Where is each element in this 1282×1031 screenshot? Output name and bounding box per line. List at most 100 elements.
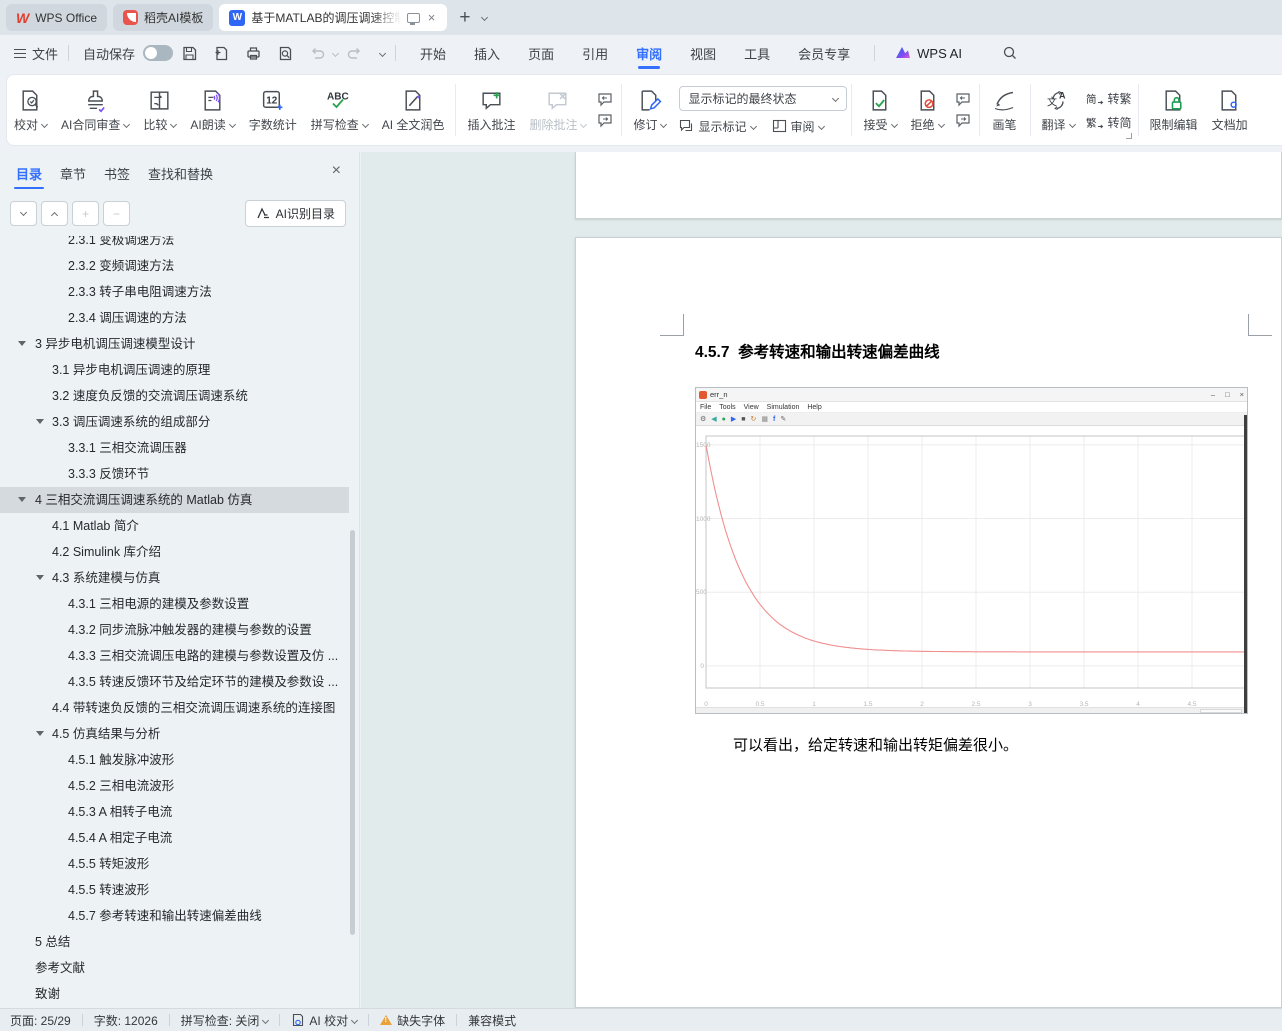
toc-item[interactable]: 4.5.1 触发脉冲波形 — [0, 747, 349, 773]
sidebar-scrollbar[interactable] — [350, 530, 355, 935]
menu-页面[interactable]: 页面 — [514, 35, 568, 71]
toc-item[interactable]: 参考文献 — [0, 955, 349, 981]
menu-审阅[interactable]: 审阅 — [622, 35, 676, 71]
missing-font-warning[interactable]: 缺失字体 — [380, 1012, 445, 1029]
delete-comment-button[interactable]: 删除批注 — [522, 79, 593, 141]
simplified-to-traditional-button[interactable]: 简 转繁 — [1086, 90, 1132, 107]
undo-button[interactable] — [303, 41, 331, 65]
file-menu[interactable]: 文件 — [14, 44, 58, 63]
word-count-button[interactable]: 12 字数统计 — [242, 79, 304, 141]
redo-button[interactable] — [340, 41, 368, 65]
reject-changes-button[interactable]: 拒绝 — [904, 79, 951, 141]
ai-proofread-status[interactable]: AI 校对 — [291, 1012, 357, 1029]
collapse-arrow-icon[interactable] — [18, 341, 26, 346]
toc-item[interactable]: 4.4 带转速负反馈的三相交流调压调速系统的连接图 — [0, 695, 349, 721]
wps-ai-menu[interactable]: WPS AI — [885, 46, 972, 61]
sidebar-tab-查找和替换[interactable]: 查找和替换 — [146, 152, 215, 194]
document-encrypt-button[interactable]: 文档加 — [1205, 79, 1255, 141]
toc-item[interactable]: 2.3.3 转子串电阻调速方法 — [0, 279, 349, 305]
insert-comment-button[interactable]: 插入批注 — [460, 79, 522, 141]
menu-会员专享[interactable]: 会员专享 — [784, 35, 864, 71]
autosave-toggle[interactable] — [143, 45, 173, 61]
menu-引用[interactable]: 引用 — [568, 35, 622, 71]
tab-docer-templates[interactable]: 稻壳AI模板 — [113, 4, 213, 31]
zoom-out-level-button[interactable]: − — [103, 201, 130, 226]
toc-item[interactable]: 4.2 Simulink 库介绍 — [0, 539, 349, 565]
toc-item[interactable]: 4.5.3 A 相转子电流 — [0, 799, 349, 825]
toc-item[interactable]: 3.1 异步电机调压调速的原理 — [0, 357, 349, 383]
spellcheck-status[interactable]: 拼写检查: 关闭 — [181, 1012, 269, 1029]
sidebar-close-icon[interactable]: × — [332, 162, 341, 180]
print-preview-button[interactable] — [271, 41, 299, 65]
collapse-arrow-icon[interactable] — [36, 575, 44, 580]
toc-item[interactable]: 4.5.5 转矩波形 — [0, 851, 349, 877]
expand-all-button[interactable] — [41, 201, 68, 226]
menu-开始[interactable]: 开始 — [406, 35, 460, 71]
toc-item[interactable]: 4.5.5 转速波形 — [0, 877, 349, 903]
translate-button[interactable]: 文A 翻译 — [1035, 79, 1082, 141]
traditional-to-simplified-button[interactable]: 繁 转简 — [1086, 114, 1132, 131]
collapse-arrow-icon[interactable] — [36, 419, 44, 424]
reviewing-pane-button[interactable]: 审阅 — [772, 118, 824, 135]
toc-item[interactable]: 4.3.5 转速反馈环节及给定环节的建模及参数设 ... — [0, 669, 349, 695]
toc-item[interactable]: 3.3 调压调速系统的组成部分 — [0, 409, 349, 435]
accept-changes-button[interactable]: 接受 — [856, 79, 903, 141]
menu-工具[interactable]: 工具 — [730, 35, 784, 71]
toc-item[interactable]: 4.3.1 三相电源的建模及参数设置 — [0, 591, 349, 617]
ai-read-aloud-button[interactable]: AI朗读 — [183, 79, 241, 141]
search-icon[interactable] — [996, 41, 1024, 65]
collapse-arrow-icon[interactable] — [36, 731, 44, 736]
screen-share-icon[interactable] — [407, 13, 420, 23]
word-count-indicator[interactable]: 字数: 12026 — [94, 1012, 158, 1029]
toc-item[interactable]: 致谢 — [0, 981, 349, 1007]
compare-button[interactable]: 比较 — [136, 79, 183, 141]
toc-item[interactable]: 3.2 速度负反馈的交流调压调速系统 — [0, 383, 349, 409]
tab-wps-office[interactable]: W WPS Office — [6, 4, 107, 31]
toc-item[interactable]: 2.3.2 变频调速方法 — [0, 253, 349, 279]
toc-item[interactable]: 4.5.7 参考转速和输出转速偏差曲线 — [0, 903, 349, 929]
collapse-all-button[interactable] — [10, 201, 37, 226]
collapse-arrow-icon[interactable] — [18, 497, 26, 502]
markup-state-select[interactable]: 显示标记的最终状态 — [679, 86, 847, 111]
new-tab-button[interactable]: + — [459, 7, 470, 29]
ink-pen-button[interactable]: 画笔 — [984, 79, 1026, 141]
save-button[interactable] — [175, 41, 203, 65]
toc-item[interactable]: 4.3.3 三相交流调压电路的建模与参数设置及仿 ... — [0, 643, 349, 669]
toc-item[interactable]: 5 总结 — [0, 929, 349, 955]
next-comment-icon[interactable] — [597, 113, 613, 128]
sidebar-tab-目录[interactable]: 目录 — [14, 152, 44, 194]
ai-recognize-toc-button[interactable]: AI识别目录 — [245, 200, 346, 227]
menu-插入[interactable]: 插入 — [460, 35, 514, 71]
toc-item[interactable]: 2.3.4 调压调速的方法 — [0, 305, 349, 331]
toc-item[interactable]: 3 异步电机调压调速模型设计 — [0, 331, 349, 357]
spellcheck-button[interactable]: ABC 拼写检查 — [304, 79, 375, 141]
toc-item[interactable]: 4.5.2 三相电流波形 — [0, 773, 349, 799]
menu-视图[interactable]: 视图 — [676, 35, 730, 71]
toc-item[interactable]: 4 三相交流调压调速系统的 Matlab 仿真 — [0, 487, 349, 513]
toc-item[interactable]: 2.3.1 变极调速方法 — [0, 236, 349, 253]
current-page[interactable]: 4.5.7 参考转速和输出转速偏差曲线 err_n – □ × FileTool… — [575, 237, 1282, 1008]
close-tab-icon[interactable]: × — [426, 10, 438, 25]
matlab-scope-figure[interactable]: err_n – □ × FileToolsViewSimulationHelp … — [695, 387, 1248, 714]
toc-item[interactable]: 3.3.1 三相交流调压器 — [0, 435, 349, 461]
ai-polish-button[interactable]: AI 全文润色 — [375, 79, 452, 141]
toc-item[interactable]: 4.3.2 同步流脉冲触发器的建模与参数的设置 — [0, 617, 349, 643]
toc-item[interactable]: 4.5 仿真结果与分析 — [0, 721, 349, 747]
toc-item[interactable]: 4.5.4 A 相定子电流 — [0, 825, 349, 851]
previous-change-icon[interactable] — [955, 92, 971, 107]
document-canvas[interactable]: 4.5.7 参考转速和输出转速偏差曲线 err_n – □ × FileTool… — [361, 152, 1282, 1008]
tab-list-chevron-icon[interactable] — [481, 14, 488, 21]
next-change-icon[interactable] — [955, 113, 971, 128]
body-paragraph[interactable]: 可以看出，给定转速和输出转矩偏差很小。 — [733, 734, 1018, 755]
undo-chevron-icon[interactable] — [332, 49, 339, 56]
quick-toolbar-chevron-icon[interactable] — [379, 49, 386, 56]
zoom-in-level-button[interactable]: + — [72, 201, 99, 226]
previous-comment-icon[interactable] — [597, 92, 613, 107]
sidebar-tab-章节[interactable]: 章节 — [58, 152, 88, 194]
ai-contract-review-button[interactable]: AI合同审查 — [54, 79, 136, 141]
print-button[interactable] — [239, 41, 267, 65]
tab-document[interactable]: W 基于MATLAB的调压调速控制 × — [219, 4, 447, 31]
sidebar-tab-书签[interactable]: 书签 — [102, 152, 132, 194]
proofread-button[interactable]: 校对 — [7, 79, 54, 141]
restrict-editing-button[interactable]: 限制编辑 — [1143, 79, 1205, 141]
